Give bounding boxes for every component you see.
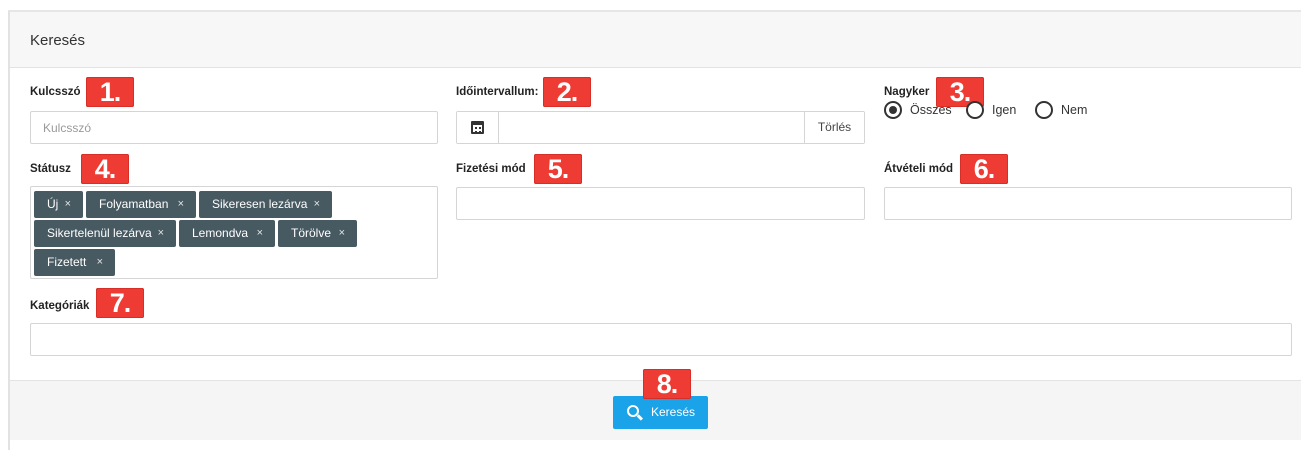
radio-yes-label: Igen: [992, 103, 1017, 117]
keyword-placeholder: Kulcsszó: [43, 121, 92, 135]
close-icon[interactable]: ×: [65, 191, 71, 218]
top-strip: [0, 0, 1301, 10]
payment-select[interactable]: [456, 187, 865, 220]
close-icon[interactable]: ×: [158, 220, 164, 247]
radio-all-circle[interactable]: [884, 101, 902, 119]
status-tag-label: Sikertelenül lezárva: [47, 226, 152, 240]
radio-all-label: Összes: [910, 103, 952, 117]
annotation-badge-5: 5.: [534, 154, 582, 184]
status-multiselect[interactable]: Új × Folyamatban × Sikeresen lezárva × S…: [30, 186, 438, 279]
calendar-icon: [471, 121, 484, 134]
annotation-badge-8: 8.: [643, 369, 691, 399]
status-tag: Sikeresen lezárva ×: [199, 191, 332, 218]
interval-input[interactable]: [500, 112, 803, 143]
radio-no-label: Nem: [1061, 103, 1088, 117]
panel-title: Keresés: [30, 32, 86, 49]
shipping-select[interactable]: [884, 187, 1292, 220]
payment-label: Fizetési mód: [456, 163, 526, 175]
close-icon[interactable]: ×: [314, 191, 320, 218]
interval-input-group: Törlés: [456, 111, 865, 144]
panel-header: Keresés: [10, 12, 1301, 68]
status-tag-label: Folyamatban: [99, 197, 169, 211]
status-tag-label: Sikeresen lezárva: [212, 197, 308, 211]
keyword-input[interactable]: Kulcsszó: [30, 111, 438, 144]
status-tag-label: Lemondva: [192, 226, 249, 240]
annotation-badge-4: 4.: [81, 154, 129, 184]
interval-clear-button[interactable]: Törlés: [804, 112, 864, 143]
magnifier-icon: [627, 405, 639, 417]
annotation-badge-6: 6.: [960, 154, 1008, 184]
status-label: Státusz: [30, 163, 71, 175]
annotation-badge-2: 2.: [543, 77, 591, 107]
status-tag: Új ×: [34, 191, 83, 218]
shipping-label: Átvételi mód: [884, 163, 954, 175]
close-icon[interactable]: ×: [339, 220, 345, 247]
radio-yes-circle[interactable]: [966, 101, 984, 119]
search-button-label: Keresés: [651, 405, 696, 419]
status-tag: Törölve ×: [278, 220, 357, 247]
status-tag: Folyamatban ×: [86, 191, 196, 218]
interval-label: Időintervallum:: [456, 86, 539, 98]
calendar-button[interactable]: [457, 112, 499, 143]
status-tag: Lemondva ×: [179, 220, 275, 247]
close-icon[interactable]: ×: [178, 191, 184, 218]
close-icon[interactable]: ×: [97, 249, 103, 276]
search-button[interactable]: Keresés: [613, 396, 708, 429]
annotation-badge-1: 1.: [86, 77, 134, 107]
radio-no-circle[interactable]: [1035, 101, 1053, 119]
close-icon[interactable]: ×: [257, 220, 263, 247]
categories-select[interactable]: [30, 323, 1292, 356]
categories-label: Kategóriák: [30, 300, 90, 312]
status-tag-label: Fizetett: [47, 255, 87, 269]
wholesale-label: Nagyker: [884, 86, 930, 98]
annotation-badge-7: 7.: [96, 288, 144, 318]
status-tag: Fizetett ×: [34, 249, 115, 276]
status-tag-label: Törölve: [291, 226, 332, 240]
status-tag-label: Új: [47, 197, 59, 211]
status-tag: Sikertelenül lezárva ×: [34, 220, 176, 247]
keyword-label: Kulcsszó: [30, 86, 81, 98]
